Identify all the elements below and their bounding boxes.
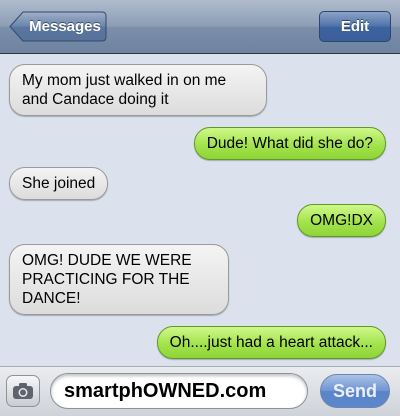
message-bubble-received: OMG! DUDE WE WERE PRACTICING FOR THE DAN…	[9, 244, 229, 315]
message-bubble-sent: Oh....just had a heart attack...	[156, 326, 386, 359]
message-thread: My mom just walked in on me and Candace …	[0, 54, 400, 366]
message-input[interactable]: smartphOWNED.com	[50, 373, 308, 409]
send-button[interactable]: Send	[320, 374, 390, 408]
message-bubble-sent: Dude! What did she do?	[193, 127, 386, 160]
message-bubble-received: My mom just walked in on me and Candace …	[9, 64, 267, 116]
back-button[interactable]: Messages	[9, 11, 107, 42]
navigation-bar: Messages Edit	[0, 0, 400, 54]
camera-button[interactable]	[6, 375, 40, 407]
back-button-label: Messages	[29, 18, 101, 35]
camera-icon	[13, 383, 33, 399]
message-bubble-received: She joined	[9, 167, 109, 200]
edit-button[interactable]: Edit	[319, 11, 391, 42]
message-bubble-sent: OMG!DX	[297, 204, 386, 237]
compose-toolbar: smartphOWNED.com Send	[0, 366, 400, 416]
